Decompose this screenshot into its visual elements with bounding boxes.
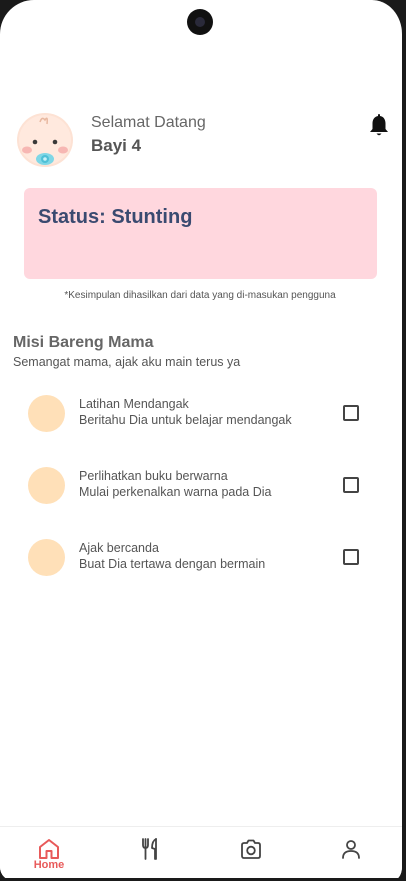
- nav-home-label: Home: [33, 859, 65, 871]
- fork-knife-icon: [142, 838, 157, 860]
- mission-icon: [28, 539, 65, 576]
- profile-icon: [342, 840, 360, 859]
- missions-subtitle: Semangat mama, ajak aku main terus ya: [13, 355, 241, 369]
- nav-food[interactable]: [120, 827, 180, 879]
- nav-profile[interactable]: [321, 827, 381, 879]
- mission-checkbox[interactable]: [343, 549, 359, 565]
- phone-screen: Selamat Datang Bayi 4 Status: Stunting *…: [0, 0, 406, 881]
- greeting-text: Selamat Datang: [91, 114, 206, 131]
- mission-description: Beritahu Dia untuk belajar mendangak: [79, 413, 292, 427]
- mission-item: Perlihatkan buku berwarna Mulai perkenal…: [28, 465, 368, 505]
- missions-title: Misi Bareng Mama: [13, 334, 154, 351]
- mission-icon: [28, 395, 65, 432]
- home-icon: [39, 839, 59, 859]
- header: Selamat Datang Bayi 4: [14, 110, 390, 170]
- mission-title: Perlihatkan buku berwarna: [79, 469, 228, 483]
- mission-title: Latihan Mendangak: [79, 397, 189, 411]
- status-note: *Kesimpulan dihasilkan dari data yang di…: [64, 290, 336, 301]
- mission-item: Latihan Mendangak Beritahu Dia untuk bel…: [28, 393, 368, 433]
- baby-name: Bayi 4: [91, 136, 142, 155]
- mission-icon: [28, 467, 65, 504]
- camera-icon: [241, 839, 261, 859]
- mission-description: Mulai perkenalkan warna pada Dia: [79, 485, 272, 499]
- mission-title: Ajak bercanda: [79, 541, 159, 555]
- mission-item: Ajak bercanda Buat Dia tertawa dengan be…: [28, 537, 368, 577]
- baby-avatar-icon: [17, 113, 73, 167]
- nav-home[interactable]: Home: [19, 827, 79, 879]
- nav-camera[interactable]: [221, 827, 281, 879]
- bottom-navigation: Home: [0, 826, 402, 878]
- status-title: Status: Stunting: [38, 206, 193, 228]
- status-card: Status: Stunting: [24, 188, 377, 279]
- mission-checkbox[interactable]: [343, 477, 359, 493]
- notification-bell-icon[interactable]: [368, 114, 390, 138]
- mission-checkbox[interactable]: [343, 405, 359, 421]
- front-camera: [187, 9, 213, 35]
- mission-description: Buat Dia tertawa dengan bermain: [79, 557, 266, 571]
